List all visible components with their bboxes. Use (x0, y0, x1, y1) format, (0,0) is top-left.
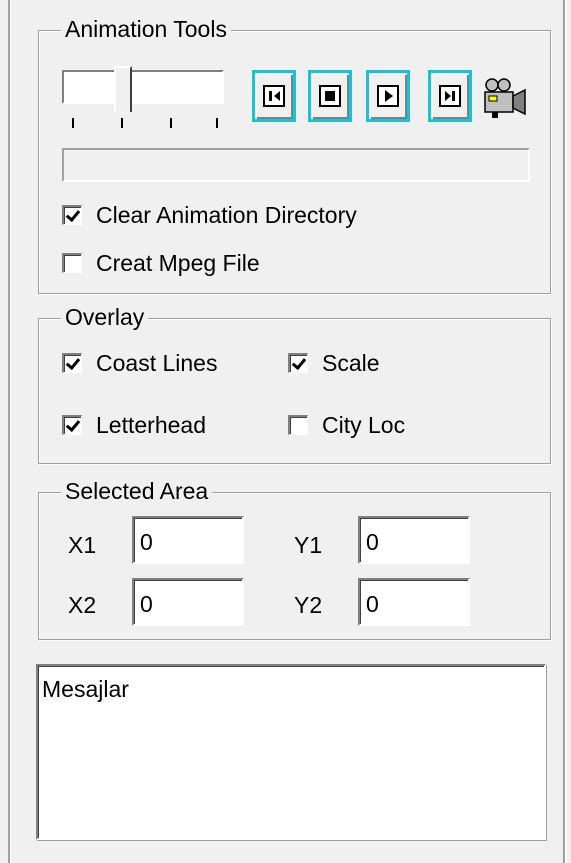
checkbox-box[interactable] (288, 415, 308, 435)
y2-label: Y2 (294, 592, 323, 618)
x1-field[interactable] (132, 516, 244, 564)
coast-lines-checkbox[interactable]: Coast Lines (62, 348, 217, 378)
slider-tick (216, 118, 218, 128)
overlay-group: Overlay (38, 303, 551, 464)
letterhead-label: Letterhead (96, 411, 206, 438)
clear-animation-directory-label: Clear Animation Directory (96, 201, 357, 228)
scale-label: Scale (322, 349, 380, 376)
animation-slider-track[interactable] (62, 70, 224, 104)
step-forward-icon (439, 85, 461, 107)
step-back-button[interactable] (252, 70, 296, 122)
create-mpeg-file-label: Creat Mpeg File (96, 249, 260, 276)
panel-left-edge (8, 0, 11, 863)
y2-field[interactable] (358, 578, 470, 626)
animation-slider-thumb[interactable] (114, 66, 132, 123)
y1-label: Y1 (294, 532, 323, 558)
step-forward-button[interactable] (428, 70, 472, 122)
checkbox-box[interactable] (62, 415, 82, 435)
panel-right-edge (563, 0, 567, 863)
play-button[interactable] (366, 70, 410, 122)
messages-memo[interactable]: Mesajlar (36, 664, 546, 840)
letterhead-checkbox[interactable]: Letterhead (62, 410, 206, 440)
step-back-icon (263, 85, 285, 107)
scale-checkbox[interactable]: Scale (288, 348, 380, 378)
movie-camera-icon (484, 78, 526, 118)
x2-field[interactable] (132, 578, 244, 626)
checkbox-box[interactable] (62, 205, 82, 225)
checkbox-box[interactable] (62, 353, 82, 373)
slider-tick (121, 118, 123, 128)
slider-tick (72, 118, 74, 128)
checkbox-box[interactable] (62, 253, 82, 273)
x2-label: X2 (68, 592, 97, 618)
overlay-title: Overlay (61, 303, 149, 331)
slider-tick (170, 118, 172, 128)
animation-progress-bar (62, 148, 530, 182)
city-loc-checkbox[interactable]: City Loc (288, 410, 405, 440)
y1-field[interactable] (358, 516, 470, 564)
coast-lines-label: Coast Lines (96, 349, 218, 376)
selected-area-title: Selected Area (61, 477, 213, 505)
animation-tools-title: Animation Tools (61, 15, 231, 43)
play-icon (377, 85, 399, 107)
stop-icon (319, 85, 341, 107)
create-mpeg-file-checkbox[interactable]: Creat Mpeg File (62, 248, 260, 278)
clear-animation-directory-checkbox[interactable]: Clear Animation Directory (62, 200, 357, 230)
city-loc-label: City Loc (322, 411, 406, 438)
stop-button[interactable] (308, 70, 352, 122)
record-button[interactable] (482, 74, 528, 120)
x1-label: X1 (68, 532, 97, 558)
checkbox-box[interactable] (288, 353, 308, 373)
